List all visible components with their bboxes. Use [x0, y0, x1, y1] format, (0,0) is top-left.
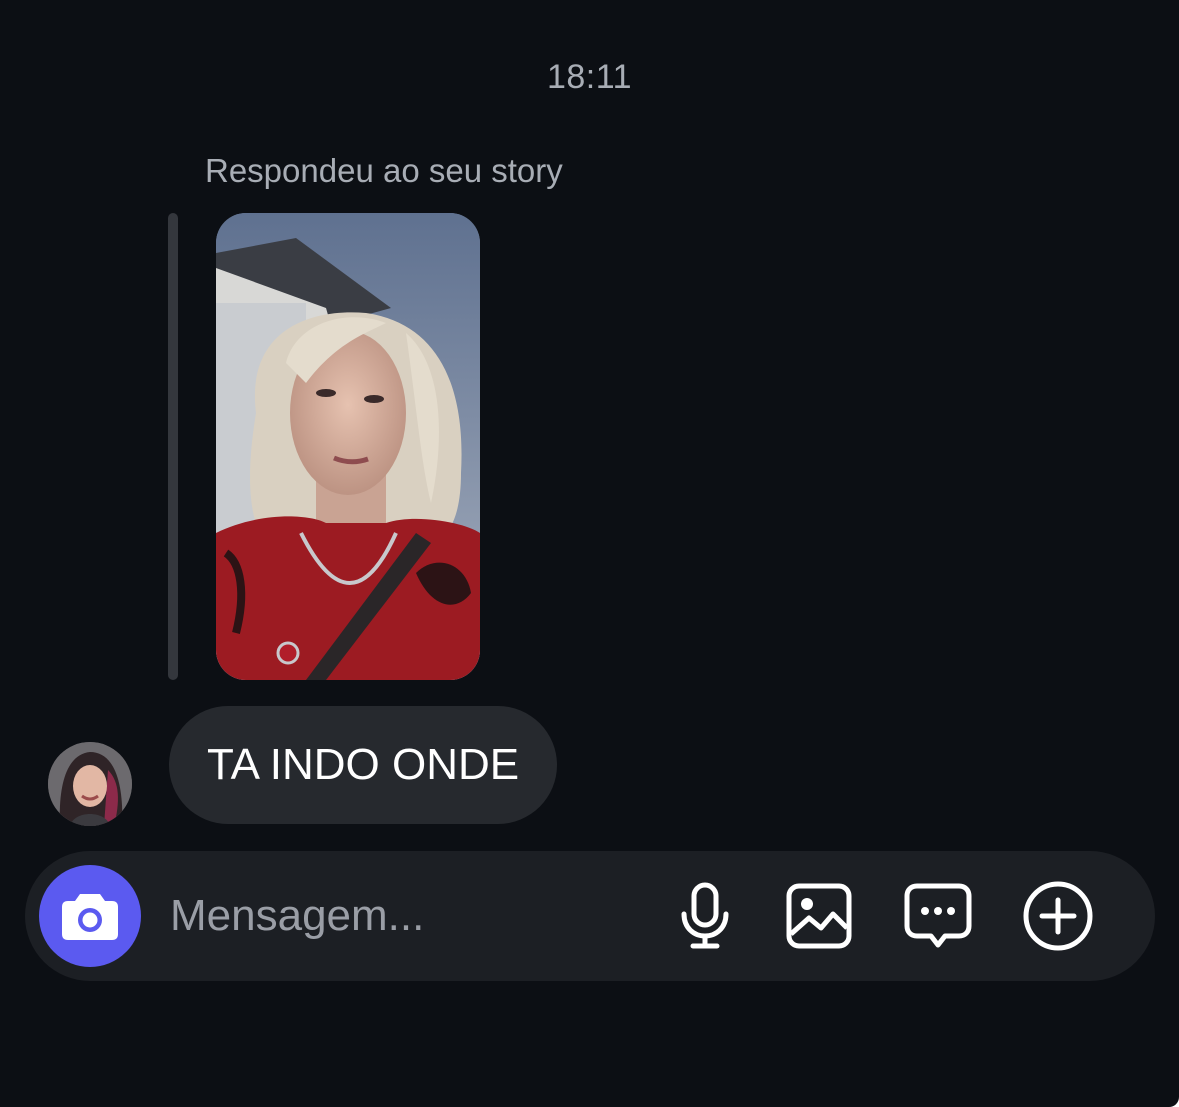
received-message-bubble[interactable]: TA INDO ONDE [169, 706, 558, 824]
story-thumbnail[interactable] [216, 213, 480, 680]
message-composer [25, 851, 1155, 981]
message-input[interactable] [170, 876, 630, 956]
chat-screen: 18:11 Respondeu ao seu story TA INDO OND… [0, 0, 1179, 1107]
add-button[interactable] [1021, 879, 1095, 953]
camera-icon [62, 894, 118, 940]
gallery-button[interactable] [782, 879, 856, 953]
sticker-message-icon [904, 883, 972, 948]
sender-avatar[interactable] [48, 742, 132, 826]
message-timestamp: 18:11 [546, 58, 633, 96]
gallery-icon [786, 883, 852, 949]
avatar-photo [48, 742, 132, 826]
story-photo [216, 213, 480, 680]
reply-quote-bar [168, 213, 178, 680]
camera-button[interactable] [39, 865, 141, 967]
plus-circle-icon [1023, 881, 1093, 951]
microphone-button[interactable] [668, 879, 742, 953]
microphone-icon [681, 882, 729, 949]
sticker-message-button[interactable] [901, 879, 975, 953]
story-reply-label: Respondeu ao seu story [205, 152, 563, 189]
